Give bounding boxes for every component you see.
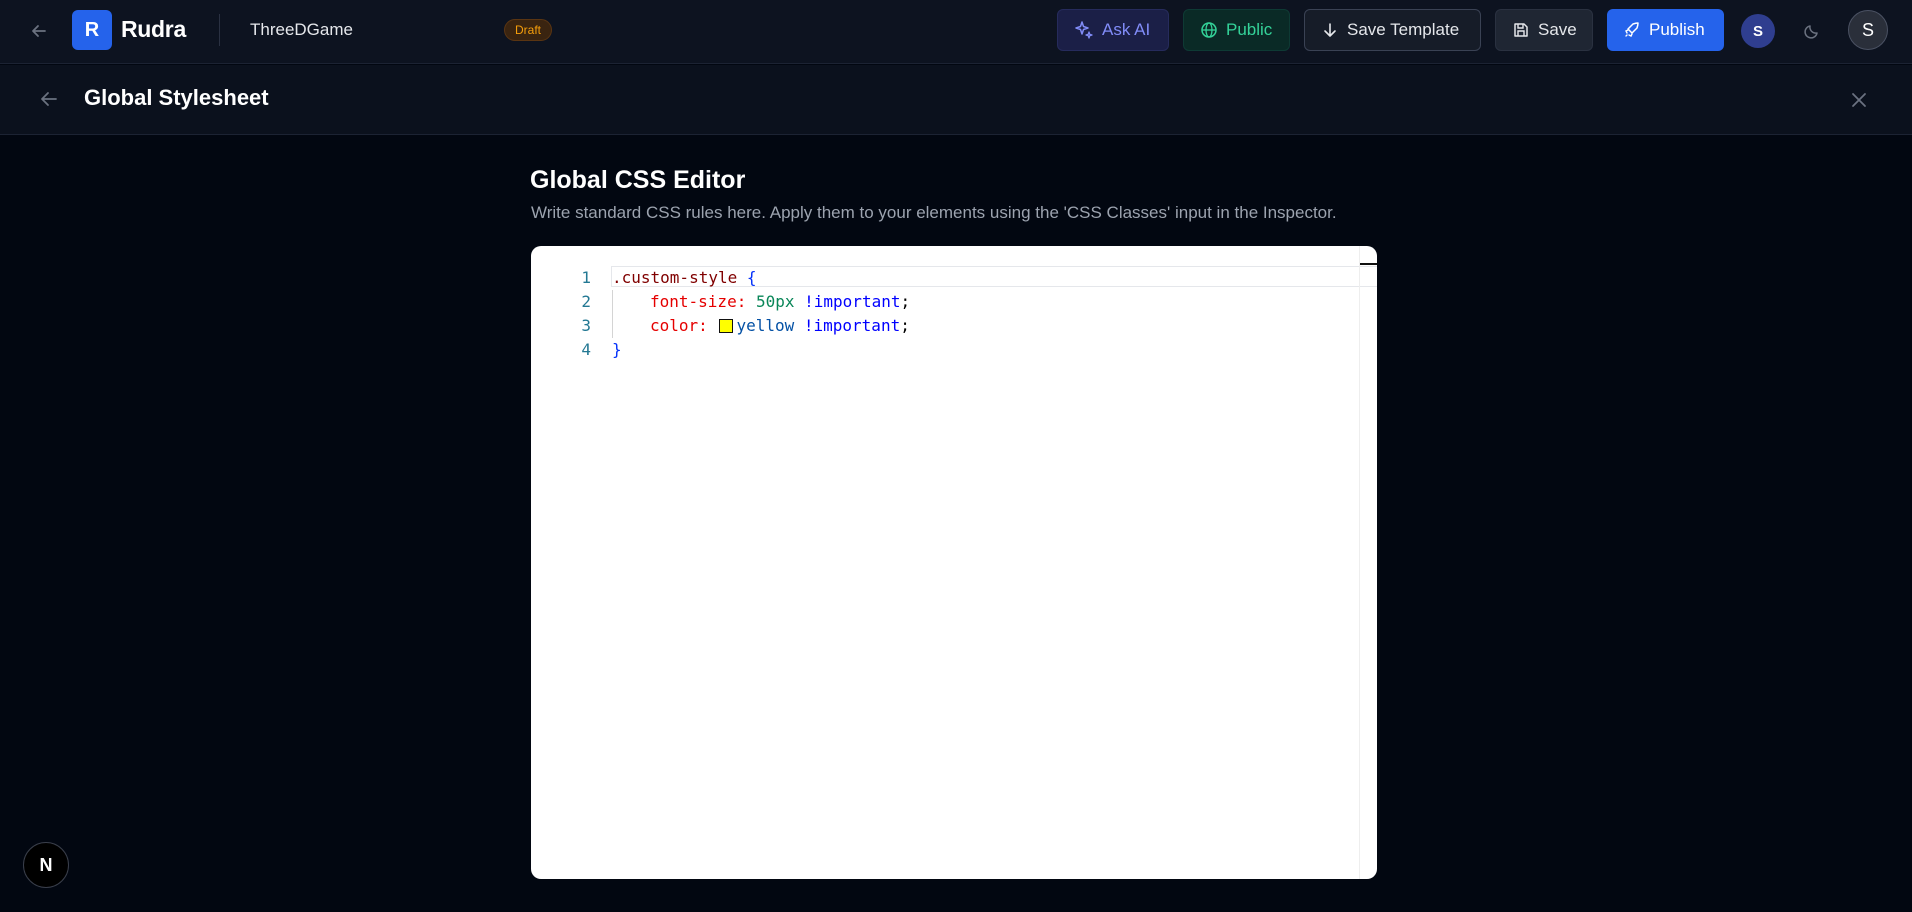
indent-guide <box>612 290 650 314</box>
floppy-disk-icon <box>1512 21 1530 39</box>
line-number: 1 <box>581 268 591 287</box>
code-line: } <box>612 338 910 362</box>
css-value: 50px <box>755 292 795 311</box>
globe-icon <box>1200 21 1218 39</box>
editor-description: Write standard CSS rules here. Apply the… <box>531 203 1337 222</box>
indent-guide <box>612 314 650 338</box>
line-number-gutter: 1 2 3 4 <box>531 266 591 362</box>
ask-ai-button[interactable]: Ask AI <box>1057 9 1169 51</box>
panel-close-button[interactable] <box>1843 84 1875 116</box>
semicolon: ; <box>900 292 911 311</box>
cursor-position-marker <box>1360 263 1377 265</box>
save-template-button[interactable]: Save Template <box>1304 9 1481 51</box>
css-selector: .custom-style <box>612 268 738 287</box>
next-dev-indicator[interactable]: N <box>23 842 69 888</box>
save-template-label: Save Template <box>1347 20 1460 39</box>
line-number: 3 <box>581 316 591 335</box>
top-bar: R Rudra ThreeDGame Draft Ask AI Public S… <box>0 0 1912 64</box>
public-button[interactable]: Public <box>1183 9 1290 51</box>
rocket-icon <box>1623 21 1641 39</box>
status-badge: Draft <box>504 19 553 41</box>
save-button[interactable]: Save <box>1495 9 1593 51</box>
css-value: yellow <box>736 316 795 335</box>
code-line: font-size: 50px !important; <box>612 290 910 314</box>
code-line: .custom-style { <box>612 266 910 290</box>
back-button[interactable] <box>24 16 54 46</box>
arrow-down-icon <box>1321 21 1339 39</box>
semicolon: ; <box>900 316 910 335</box>
publish-label: Publish <box>1649 20 1705 39</box>
ask-ai-label: Ask AI <box>1102 20 1151 39</box>
sparkles-icon <box>1074 20 1094 40</box>
editor-scrollbar[interactable] <box>1359 246 1377 879</box>
logo: R <box>72 10 112 50</box>
arrow-left-icon <box>29 21 49 41</box>
project-name: ThreeDGame <box>250 20 353 39</box>
theme-toggle-button[interactable] <box>1796 15 1828 47</box>
color-swatch[interactable] <box>719 319 734 333</box>
divider <box>219 14 220 46</box>
public-label: Public <box>1226 20 1273 39</box>
panel-back-button[interactable] <box>34 84 64 114</box>
css-property: font-size: <box>650 292 747 311</box>
arrow-left-icon <box>38 88 60 110</box>
line-number: 2 <box>581 292 591 311</box>
close-brace: } <box>612 340 622 359</box>
editor-heading: Global CSS Editor <box>530 166 746 194</box>
css-code-editor[interactable]: 1 2 3 4 .custom-style { font-size: 50px … <box>531 246 1377 879</box>
brand-name: Rudra <box>121 16 186 42</box>
important-keyword: !important <box>803 316 901 335</box>
css-property: color: <box>650 316 708 335</box>
user-avatar[interactable]: S <box>1848 10 1888 50</box>
panel-title: Global Stylesheet <box>84 85 269 110</box>
publish-button[interactable]: Publish <box>1607 9 1724 51</box>
panel-header: Global Stylesheet <box>0 65 1912 135</box>
close-icon <box>1850 91 1868 109</box>
code-content[interactable]: .custom-style { font-size: 50px !importa… <box>612 266 910 362</box>
line-number: 4 <box>581 340 591 359</box>
important-keyword: !important <box>804 292 901 311</box>
code-line: color: yellow !important; <box>612 314 910 338</box>
collaborator-avatar[interactable]: S <box>1741 14 1775 48</box>
save-label: Save <box>1538 20 1577 39</box>
open-brace: { <box>746 268 757 287</box>
moon-icon <box>1803 22 1821 40</box>
